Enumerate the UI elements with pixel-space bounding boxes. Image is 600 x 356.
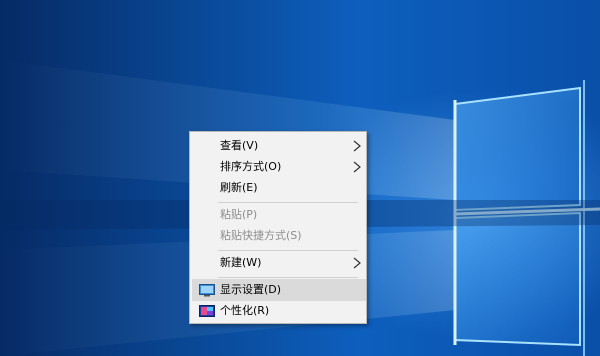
menu-separator — [218, 202, 358, 203]
menu-item-personalize[interactable]: 个性化(R) — [192, 300, 366, 322]
menu-item-paste-shortcut-label: 粘贴快捷方式(S) — [220, 229, 302, 242]
menu-item-paste-label: 粘贴(P) — [220, 208, 258, 221]
personalize-icon — [199, 305, 215, 317]
menu-item-sort-by[interactable]: 排序方式(O) — [192, 156, 366, 178]
menu-item-display-settings-label: 显示设置(D) — [220, 283, 282, 296]
menu-item-refresh[interactable]: 刷新(E) — [192, 177, 366, 199]
desktop-context-menu: 查看(V) 排序方式(O) 刷新(E) 粘贴(P) 粘贴快捷方式(S) 新建(W… — [189, 131, 367, 324]
chevron-right-icon — [353, 161, 361, 173]
menu-separator — [218, 250, 358, 251]
display-settings-icon — [199, 284, 215, 297]
menu-item-refresh-label: 刷新(E) — [220, 181, 258, 194]
desktop[interactable]: 查看(V) 排序方式(O) 刷新(E) 粘贴(P) 粘贴快捷方式(S) 新建(W… — [0, 0, 600, 356]
chevron-right-icon — [353, 140, 361, 152]
menu-item-paste-shortcut: 粘贴快捷方式(S) — [192, 225, 366, 247]
menu-item-personalize-label: 个性化(R) — [220, 304, 270, 317]
menu-item-display-settings[interactable]: 显示设置(D) — [192, 279, 366, 301]
menu-item-view[interactable]: 查看(V) — [192, 135, 366, 157]
menu-item-new[interactable]: 新建(W) — [192, 252, 366, 274]
menu-item-paste: 粘贴(P) — [192, 204, 366, 226]
menu-separator — [218, 277, 358, 278]
menu-item-sort-by-label: 排序方式(O) — [220, 160, 282, 173]
menu-item-new-label: 新建(W) — [220, 256, 262, 269]
chevron-right-icon — [353, 257, 361, 269]
menu-item-view-label: 查看(V) — [220, 139, 259, 152]
